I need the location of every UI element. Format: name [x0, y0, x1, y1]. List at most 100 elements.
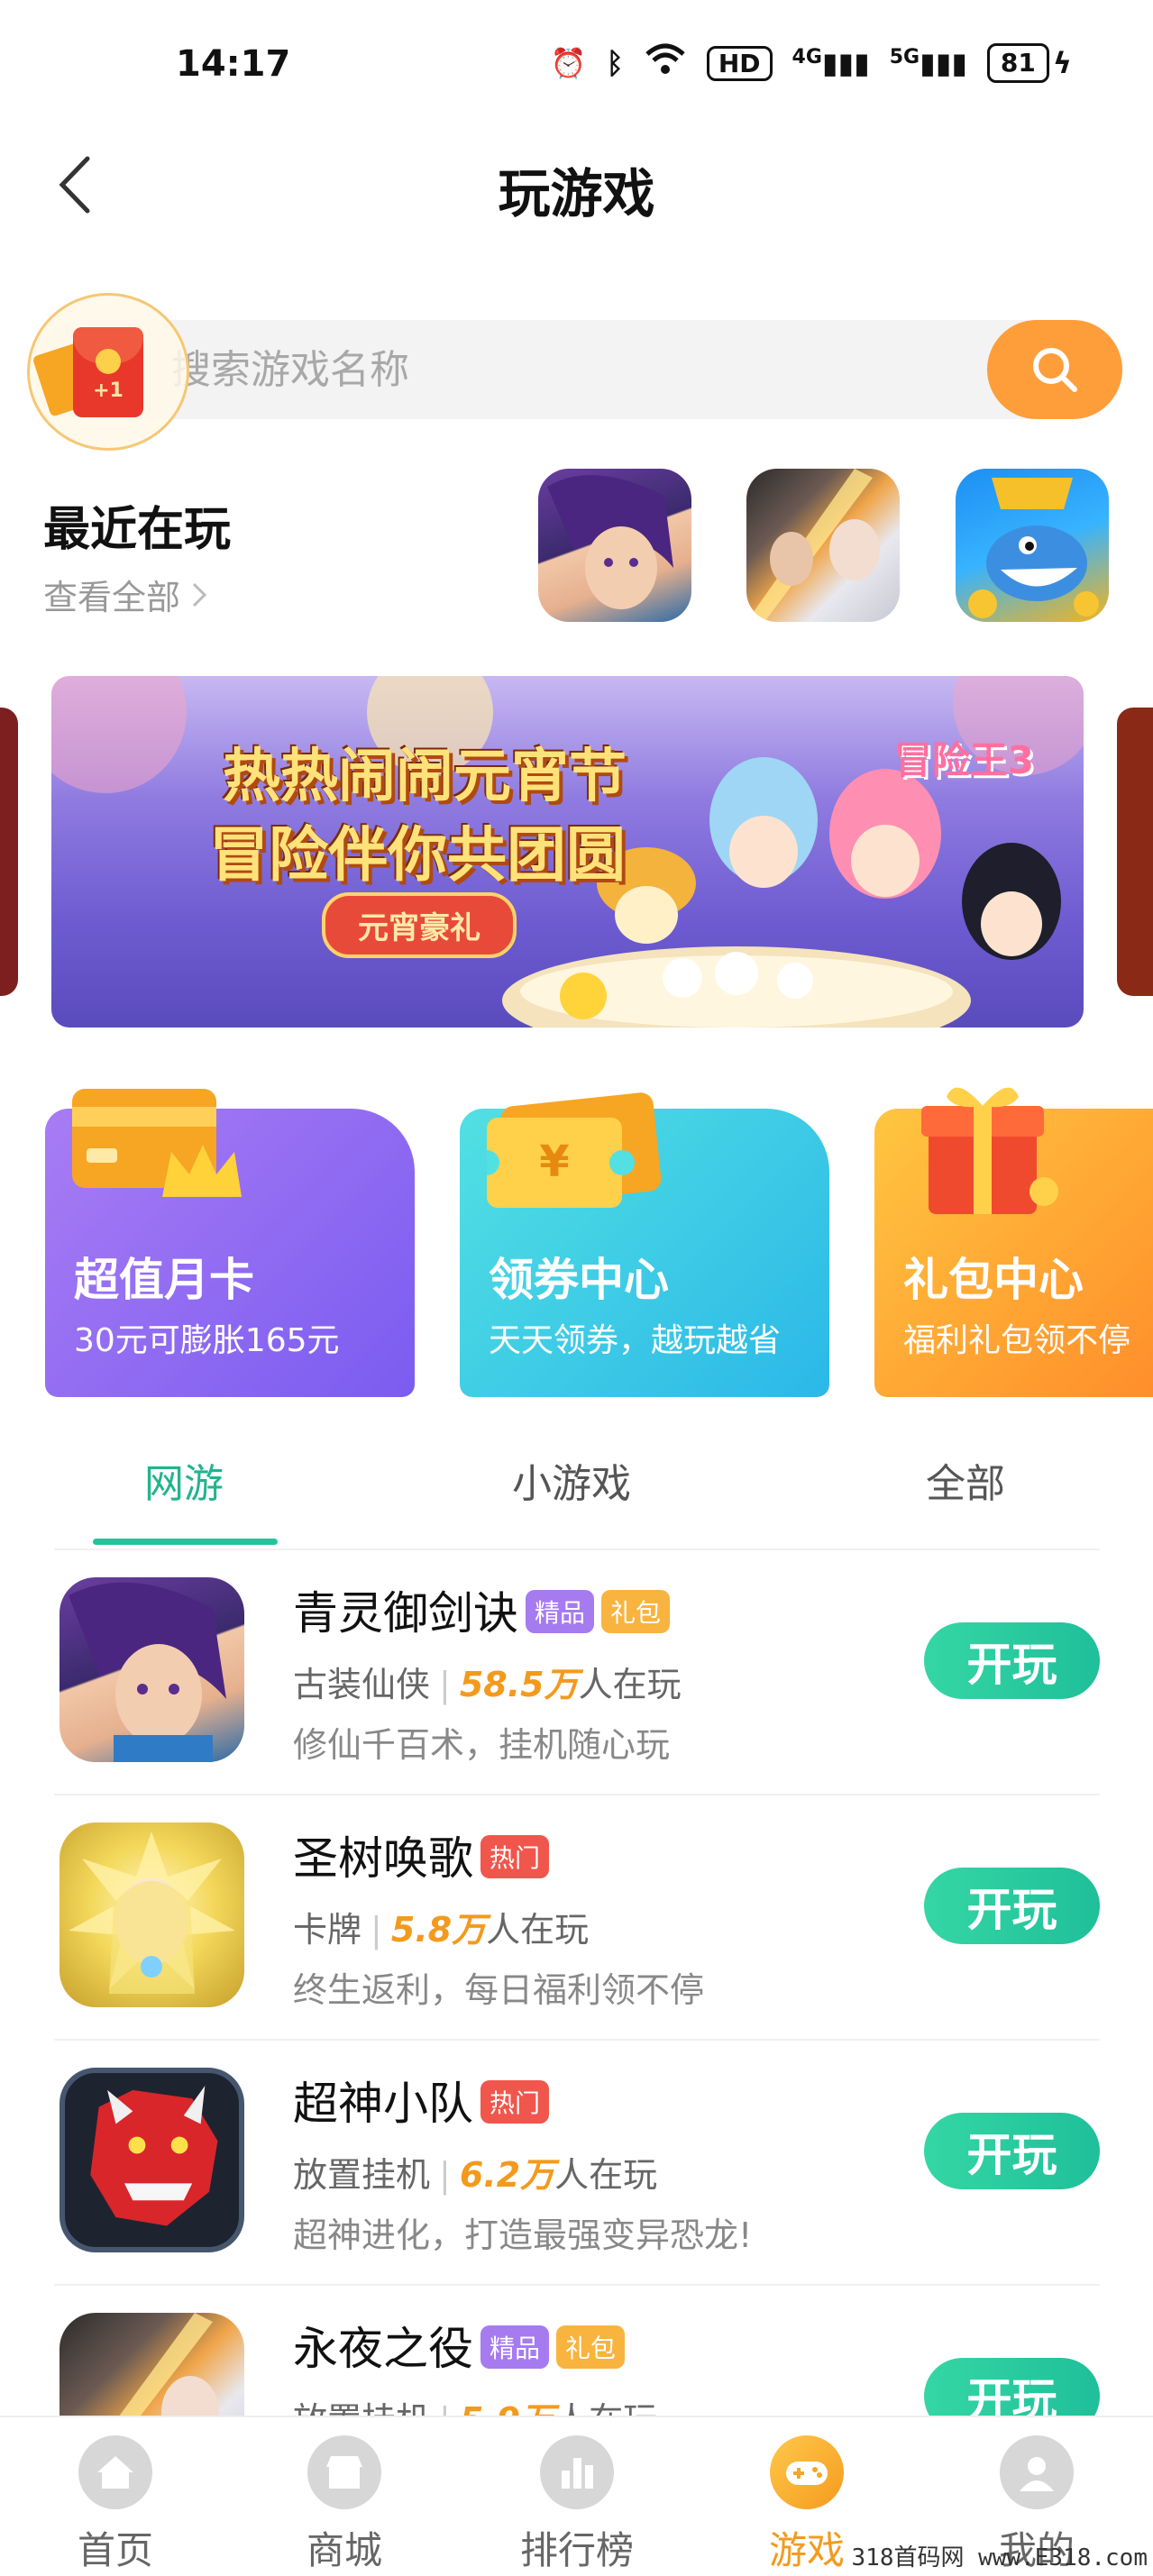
player-count: 58.5万 [459, 1665, 579, 1704]
recent-game-yongye[interactable] [746, 469, 900, 622]
coupon-icon: ¥ [487, 1092, 662, 1208]
qingling-art-icon [69, 1582, 226, 1762]
game-category: 古装仙侠 [293, 1665, 431, 1704]
banner-title-line1: 热热闹闹元宵节 [223, 744, 627, 810]
play-button[interactable]: 开玩 [924, 2358, 1100, 2421]
game-description: 终生返利，每日福利领不停 [293, 1970, 705, 2010]
tab-active-indicator [93, 1539, 278, 1545]
coupon-center-card[interactable]: ¥ 领券中心 天天领券，越玩越省 [460, 1091, 829, 1397]
wifi-icon [644, 43, 687, 83]
charging-icon: ϟ [1052, 46, 1072, 80]
signal-5g-icon: 5G▮▮▮ [889, 46, 967, 80]
net-4g-label: 4G [792, 46, 822, 69]
header: 玩游戏 [0, 135, 1153, 234]
battery-level: 81 [986, 43, 1049, 83]
card-icon [72, 1089, 242, 1197]
net-5g-label: 5G [889, 46, 920, 69]
chevron-right-icon [192, 582, 207, 607]
yongye-art-icon [115, 2313, 219, 2421]
game-row-shengshu[interactable]: 圣树唤歌 热门 卡牌 | 5.8万人在玩 终生返利，每日福利领不停 开玩 [54, 1795, 1100, 2041]
player-suffix: 人在玩 [578, 1665, 682, 1704]
category-tabs: 网游 小游戏 全部 [0, 1420, 1153, 1546]
gamepad-icon [770, 2435, 844, 2509]
nav-ranking[interactable]: 排行榜 [505, 2435, 649, 2575]
banner-prev-peek[interactable] [0, 708, 18, 996]
game-meta: 放置挂机 | 6.2万人在玩 [293, 2155, 658, 2195]
status-time: 14:17 [176, 43, 291, 85]
shark-game-icon [968, 478, 1099, 618]
banner-badge: 元宵豪礼 [322, 892, 517, 958]
game-category: 卡牌 [293, 1910, 362, 1950]
game-icon-qingling [59, 1577, 244, 1762]
play-button[interactable]: 开玩 [924, 2113, 1100, 2189]
game-icon-yongye [59, 2313, 244, 2421]
game-category: 放置挂机 [293, 2155, 431, 2195]
coupon-center-title: 领券中心 [489, 1254, 669, 1306]
hd-icon: HD [706, 45, 773, 81]
play-button[interactable]: 开玩 [924, 1622, 1100, 1699]
game-meta: 卡牌 | 5.8万人在玩 [293, 1910, 590, 1950]
tag-premium: 精品 [526, 1589, 595, 1633]
banner-title-line2: 冒险伴你共团圆 [209, 820, 626, 890]
tab-online-games[interactable]: 网游 [144, 1451, 224, 1509]
monthly-card-subtitle: 30元可膨胀165元 [74, 1322, 340, 1359]
player-count: 5.8万 [390, 1910, 487, 1950]
yongye-icon [746, 469, 880, 622]
red-packet-button[interactable]: +1 [27, 293, 189, 451]
gift-center-card[interactable]: 礼包中心 福利礼包领不停 [874, 1087, 1153, 1397]
game-meta: 古装仙侠 | 58.5万人在玩 [293, 1665, 682, 1704]
nav-home[interactable]: 首页 [43, 2435, 188, 2575]
profile-icon [1000, 2435, 1074, 2509]
search-button[interactable] [987, 320, 1122, 419]
recent-game-qingling[interactable] [538, 469, 691, 622]
gift-icon [921, 1087, 1058, 1214]
bluetooth-icon: ᛒ [606, 46, 624, 80]
ranking-icon [540, 2435, 614, 2509]
status-bar: 14:17 ⏰ ᛒ HD 4G▮▮▮ 5G▮▮▮ 81 ϟ [0, 0, 1153, 135]
search-icon [1033, 348, 1077, 392]
recent-game-shark[interactable] [956, 469, 1109, 622]
game-title: 超神小队 [293, 2078, 473, 2130]
game-row-qingling[interactable]: 青灵御剑诀 精品 礼包 古装仙侠 | 58.5万人在玩 修仙千百术，挂机随心玩 开玩 [54, 1550, 1100, 1795]
tag-premium: 精品 [480, 2325, 550, 2369]
game-title: 圣树唤歌 [293, 1832, 473, 1885]
nav-shop[interactable]: 商城 [272, 2435, 416, 2575]
monthly-card[interactable]: 超值月卡 30元可膨胀165元 [45, 1089, 415, 1397]
page-title: 玩游戏 [498, 163, 655, 224]
monthly-card-title: 超值月卡 [74, 1254, 254, 1306]
game-row-chaoshen[interactable]: 超神小队 热门 放置挂机 | 6.2万人在玩 超神进化，打造最强变异恐龙! 开玩 [54, 2041, 1100, 2286]
dinosaur-icon [90, 2086, 218, 2226]
red-packet-icon: +1 [73, 326, 143, 417]
search-bar [36, 320, 1122, 419]
nav-shop-label: 商城 [306, 2528, 382, 2572]
game-title: 青灵御剑诀 [293, 1587, 518, 1640]
tag-gift: 礼包 [556, 2325, 626, 2369]
game-row-yongye[interactable]: 永夜之役 精品 礼包 放置挂机 | 5.9万人在玩 开玩 [54, 2286, 1100, 2421]
red-packet-label: +1 [93, 379, 124, 402]
watermark: 318首码网 www.E318.com [851, 2544, 1148, 2571]
shengshu-art-icon [69, 1832, 235, 1994]
home-icon [78, 2435, 152, 2509]
promo-banner[interactable]: 热热闹闹元宵节 冒险伴你共团圆 元宵豪礼 冒险王3 [51, 676, 1084, 1028]
game-icon-chaoshen [59, 2068, 244, 2252]
game-icon-shengshu [59, 1822, 244, 2007]
game-name: 永夜之役 精品 礼包 [293, 2313, 626, 2378]
game-description: 修仙千百术，挂机随心玩 [293, 1725, 671, 1765]
tag-gift: 礼包 [601, 1589, 671, 1633]
view-all-link[interactable]: 查看全部 [43, 570, 207, 619]
battery-icon: 81 ϟ [986, 43, 1072, 83]
game-description: 超神进化，打造最强变异恐龙! [293, 2215, 753, 2255]
player-suffix: 人在玩 [486, 1910, 590, 1950]
play-button[interactable]: 开玩 [924, 1868, 1100, 1944]
banner-game-logo: 冒险王3 [893, 738, 1034, 782]
tab-mini-games[interactable]: 小游戏 [512, 1451, 631, 1509]
game-name: 超神小队 热门 [293, 2068, 550, 2133]
banner-next-peek[interactable] [1117, 708, 1153, 996]
tab-all[interactable]: 全部 [926, 1451, 1005, 1509]
recent-title: 最近在玩 [43, 503, 232, 557]
coupon-center-subtitle: 天天领券，越玩越省 [489, 1322, 782, 1359]
shop-icon [307, 2435, 381, 2509]
search-input[interactable] [171, 320, 983, 419]
game-name: 青灵御剑诀 精品 礼包 [293, 1577, 671, 1642]
nav-home-label: 首页 [77, 2528, 153, 2572]
